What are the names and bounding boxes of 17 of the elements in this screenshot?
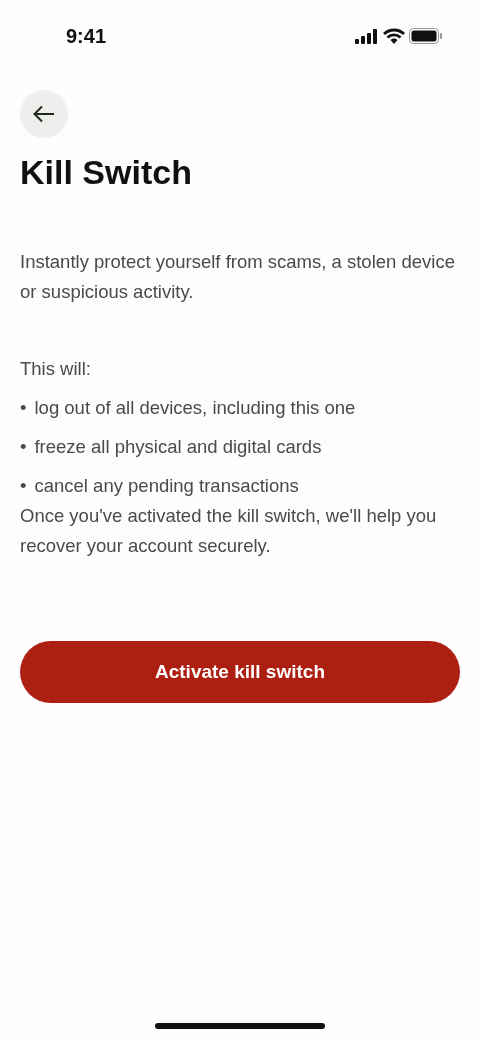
list-heading: This will: (20, 356, 92, 381)
intro-text: Instantly protect yourself from scams, a stolen device or suspicious activity. (20, 249, 456, 304)
bullet: • (20, 473, 27, 498)
page-title: Kill Switch (20, 152, 193, 193)
wifi-icon (383, 28, 405, 44)
list-item-text: cancel any pending transactions (34, 473, 299, 498)
bullet: • (20, 395, 27, 420)
signal-icon (355, 28, 379, 44)
list-item-text: log out of all devices, including this one (34, 395, 356, 420)
list-item-text: freeze all physical and digital cards (34, 434, 322, 459)
status-time: 9:41 (66, 24, 107, 49)
back-button[interactable] (20, 90, 68, 138)
back-arrow-icon (33, 105, 55, 123)
bullet: • (20, 434, 27, 459)
outro-text: Once you've activated the kill switch, we'll help you recover your account securely. (20, 503, 438, 558)
activate-kill-switch-button[interactable]: Activate kill switch (20, 640, 460, 703)
battery-icon (409, 28, 442, 44)
